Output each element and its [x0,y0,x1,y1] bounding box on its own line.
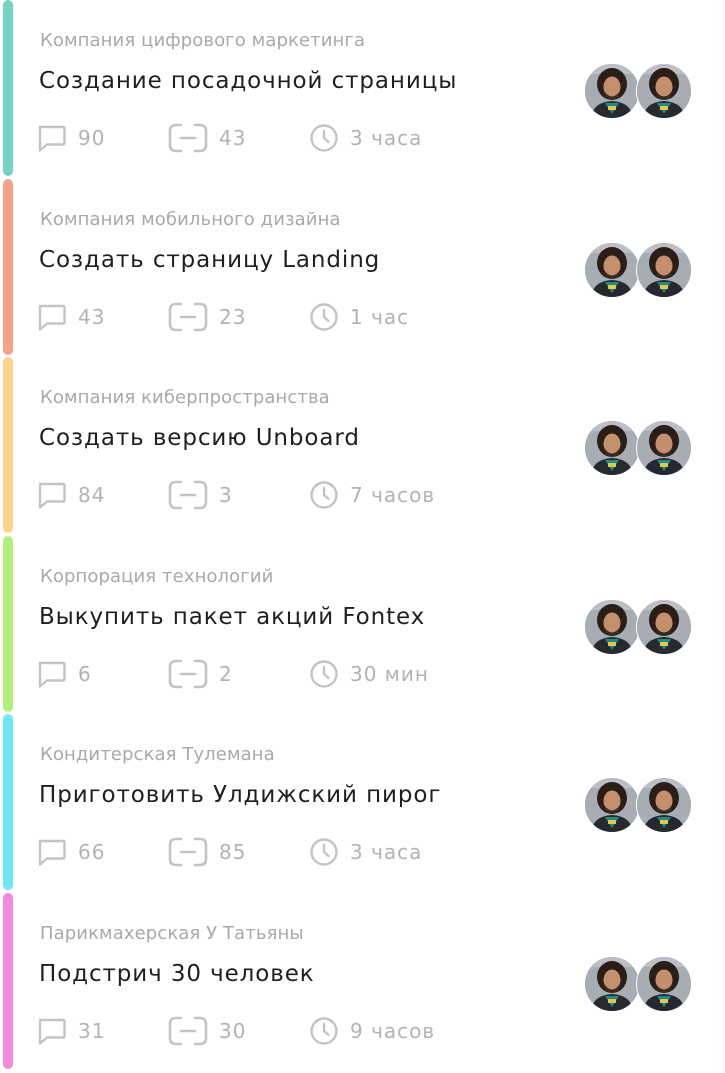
task-card[interactable]: Компания киберпространства Создать верси… [0,357,720,534]
task-list: Компания цифрового маркетинга Создание п… [0,0,725,1073]
assignees[interactable] [584,598,696,655]
comments-count[interactable]: 43 [36,301,105,333]
avatar[interactable] [636,241,692,298]
task-card[interactable]: Компания мобильного дизайна Создать стра… [0,178,720,355]
avatar[interactable] [584,241,640,298]
task-company: Компания киберпространства [40,387,330,409]
comment-icon [36,479,68,511]
task-card[interactable]: Парикмахерская У Татьяны Подстрич 30 чел… [0,893,720,1069]
task-title[interactable]: Создать страницу Landing [39,247,380,273]
avatar[interactable] [584,956,640,1012]
comment-icon [36,836,68,868]
avatar[interactable] [636,956,692,1012]
comment-icon [36,301,68,333]
time-value: 3 часа [350,840,423,865]
time-value: 9 часов [350,1019,436,1043]
time-value: 7 часов [350,483,436,508]
subtasks-icon [167,836,209,868]
time-estimate[interactable]: 9 часов [308,1015,435,1047]
subtasks-value: 3 [219,483,233,508]
task-company: Парикмахерская У Татьяны [40,923,304,944]
task-accent-bar [3,178,13,355]
subtasks-value: 2 [219,661,233,686]
subtasks-icon [167,479,209,511]
subtasks-value: 85 [219,840,247,865]
avatar[interactable] [636,63,692,119]
avatar[interactable] [636,420,692,477]
time-value: 1 час [350,304,410,329]
task-card[interactable]: Корпорация технологий Выкупить пакет акц… [0,535,720,712]
clock-icon [308,301,340,333]
task-accent-bar [3,535,13,712]
time-estimate[interactable]: 30 мин [308,658,429,690]
avatar[interactable] [636,598,692,655]
comments-value: 31 [78,1019,106,1043]
comments-count[interactable]: 31 [36,1015,105,1047]
comment-icon [36,658,68,690]
comments-value: 43 [78,304,106,329]
subtasks-value: 30 [219,1019,247,1043]
task-company: Корпорация технологий [40,565,274,587]
task-card[interactable]: Кондитерская Тулемана Приготовить Улдижс… [0,714,720,891]
subtasks-count[interactable]: 23 [167,301,246,333]
comments-count[interactable]: 84 [36,479,105,511]
subtasks-value: 23 [219,304,247,329]
task-company: Компания цифрового маркетинга [40,30,366,51]
assignees[interactable] [584,420,696,477]
subtasks-icon [167,301,209,333]
comments-count[interactable]: 66 [36,836,105,868]
assignees[interactable] [584,777,696,834]
subtasks-icon [167,1015,209,1047]
task-company: Кондитерская Тулемана [40,744,275,766]
subtasks-icon [167,122,209,154]
subtasks-count[interactable]: 30 [167,1015,246,1047]
comments-value: 66 [78,840,106,865]
task-title[interactable]: Создать версию Unboard [39,425,360,451]
right-edge-shadow [719,0,725,1073]
time-estimate[interactable]: 7 часов [308,479,435,511]
time-value: 3 часа [350,126,423,150]
clock-icon [308,479,340,511]
task-title[interactable]: Подстрич 30 человек [39,961,315,987]
assignees[interactable] [584,241,696,298]
assignees[interactable] [584,63,696,119]
subtasks-count[interactable]: 43 [167,122,246,154]
comments-value: 84 [78,483,106,508]
subtasks-count[interactable]: 2 [167,658,233,690]
subtasks-icon [167,658,209,690]
task-accent-bar [3,714,13,891]
clock-icon [308,836,340,868]
subtasks-value: 43 [219,126,247,150]
avatar[interactable] [636,777,692,834]
comment-icon [36,1015,68,1047]
comments-count[interactable]: 90 [36,122,105,154]
task-title[interactable]: Выкупить пакет акций Fontex [39,604,425,630]
clock-icon [308,1015,340,1047]
task-title[interactable]: Создание посадочной страницы [39,68,457,94]
task-accent-bar [3,893,13,1069]
time-value: 30 мин [350,661,429,686]
task-accent-bar [3,357,13,534]
time-estimate[interactable]: 1 час [308,301,409,333]
comments-value: 90 [78,126,106,150]
clock-icon [308,658,340,690]
comments-value: 6 [78,661,92,686]
avatar[interactable] [584,420,640,477]
task-card[interactable]: Компания цифрового маркетинга Создание п… [0,0,720,176]
task-title[interactable]: Приготовить Улдижский пирог [39,782,441,808]
subtasks-count[interactable]: 85 [167,836,246,868]
task-accent-bar [3,0,13,176]
assignees[interactable] [584,956,696,1012]
time-estimate[interactable]: 3 часа [308,122,422,154]
clock-icon [308,122,340,154]
avatar[interactable] [584,63,640,119]
comments-count[interactable]: 6 [36,658,92,690]
time-estimate[interactable]: 3 часа [308,836,422,868]
comment-icon [36,122,68,154]
task-company: Компания мобильного дизайна [40,208,341,230]
avatar[interactable] [584,777,640,834]
subtasks-count[interactable]: 3 [167,479,233,511]
avatar[interactable] [584,598,640,655]
